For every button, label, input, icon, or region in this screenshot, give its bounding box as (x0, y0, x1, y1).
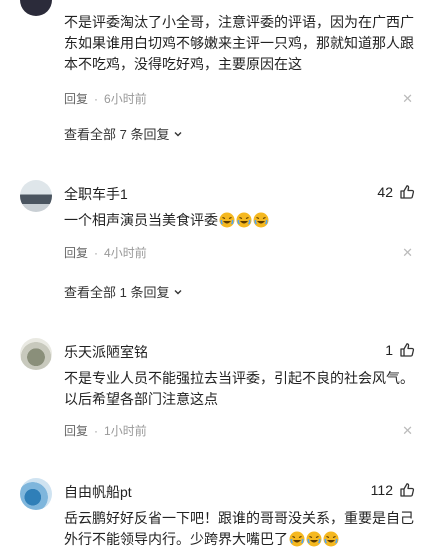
view-all-replies-label: 查看全部 7 条回复 (64, 127, 170, 142)
avatar[interactable] (20, 338, 52, 370)
view-all-replies-button[interactable]: 查看全部 7 条回复 (64, 124, 183, 143)
thumbs-up-icon (400, 185, 415, 199)
emoji-row (288, 531, 339, 547)
view-all-replies-label: 查看全部 1 条回复 (64, 285, 170, 300)
laughing-emoji-icon (219, 212, 235, 228)
avatar[interactable] (20, 180, 52, 212)
like-count: 1 (385, 342, 393, 358)
comment-text: 一个相声演员当美食评委 (64, 210, 414, 231)
comment-meta: 回复 · 4小时前 (64, 244, 147, 261)
username[interactable]: 全职车手1 (64, 184, 128, 204)
comment-text: 不是评委淘汰了小全哥，注意评委的评语，因为在广西广东如果谁用白切鸡不够嫩来主评一… (64, 14, 414, 72)
separator-dot: · (94, 91, 99, 106)
like-button[interactable]: 1 (385, 342, 415, 358)
reply-button[interactable]: 回复 (64, 90, 88, 107)
like-button[interactable]: 112 (371, 482, 415, 498)
comment-text: 不是专业人员不能强拉去当评委，引起不良的社会风气。以后希望各部门注意这点 (64, 370, 414, 407)
laughing-emoji-icon (289, 531, 305, 547)
comment-item: 不是评委淘汰了小全哥，注意评委的评语，因为在广西广东如果谁用白切鸡不够嫩来主评一… (0, 0, 437, 142)
comment-item: 乐天派陋室铭 1 不是专业人员不能强拉去当评委，引起不良的社会风气。以后希望各部… (0, 338, 437, 448)
laughing-emoji-icon (253, 212, 269, 228)
username[interactable]: 乐天派陋室铭 (64, 342, 148, 362)
comment-text-content: 岳云鹏好好反省一下吧！跟谁的哥哥没关系，重要是自己外行不能领导内行。少跨界大嘴巴… (64, 510, 414, 547)
avatar[interactable] (20, 478, 52, 510)
avatar[interactable] (20, 0, 52, 16)
emoji-row (218, 212, 269, 228)
separator-dot: · (94, 423, 99, 438)
reply-button[interactable]: 回复 (64, 244, 88, 261)
thumbs-up-icon (400, 483, 415, 497)
like-count: 112 (370, 482, 393, 498)
view-all-replies-button[interactable]: 查看全部 1 条回复 (64, 282, 183, 301)
laughing-emoji-icon (306, 531, 322, 547)
comment-item: 全职车手1 42 一个相声演员当美食评委 回复 · 4小时前 ✕ 查看全部 1 … (0, 180, 437, 310)
like-count: 42 (377, 184, 393, 200)
comment-meta: 回复 · 1小时前 (64, 422, 147, 439)
close-icon[interactable]: ✕ (402, 424, 413, 437)
separator-dot: · (94, 245, 99, 260)
like-button[interactable]: 42 (377, 184, 415, 200)
thumbs-up-icon (400, 343, 415, 357)
chevron-down-icon (174, 289, 182, 294)
timestamp: 1小时前 (104, 424, 147, 438)
chevron-down-icon (174, 131, 182, 136)
comment-meta: 回复 · 6小时前 (64, 90, 147, 107)
close-icon[interactable]: ✕ (402, 92, 413, 105)
close-icon[interactable]: ✕ (402, 246, 413, 259)
comment-item: 自由帆船pt 112 岳云鹏好好反省一下吧！跟谁的哥哥没关系，重要是自己外行不能… (0, 478, 437, 553)
timestamp: 6小时前 (104, 92, 147, 106)
username[interactable]: 自由帆船pt (64, 482, 132, 502)
laughing-emoji-icon (236, 212, 252, 228)
reply-button[interactable]: 回复 (64, 422, 88, 439)
comment-text: 岳云鹏好好反省一下吧！跟谁的哥哥没关系，重要是自己外行不能领导内行。少跨界大嘴巴… (64, 508, 414, 550)
laughing-emoji-icon (323, 531, 339, 547)
comment-text-content: 一个相声演员当美食评委 (64, 212, 218, 228)
timestamp: 4小时前 (104, 246, 147, 260)
